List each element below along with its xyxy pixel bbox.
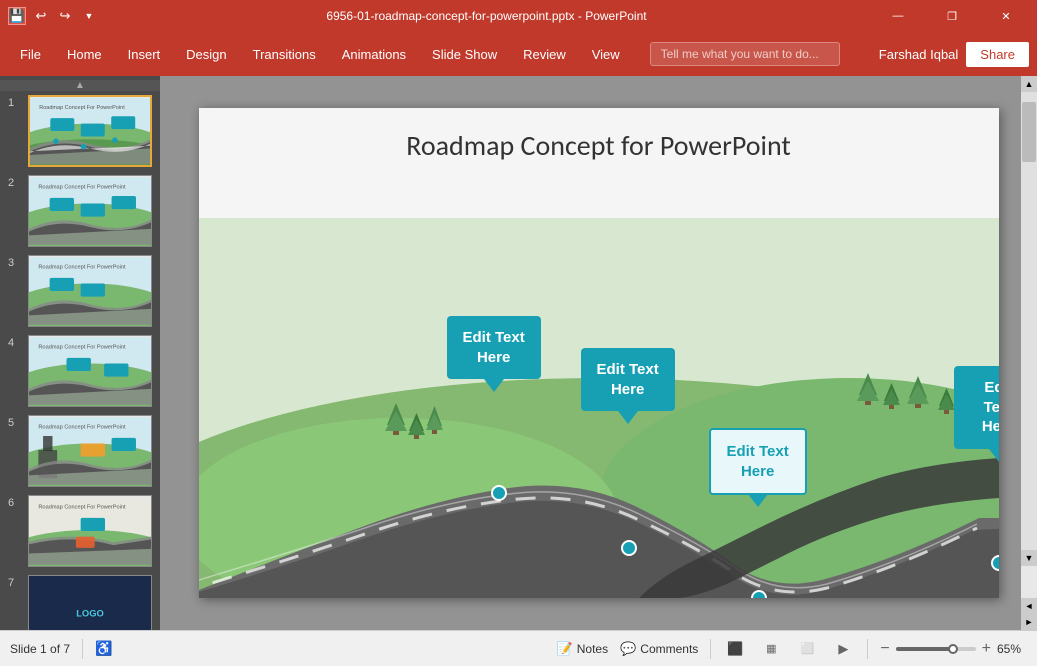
slide-thumb-3[interactable]: 3 Roadmap Concept For PowerPoint (8, 255, 152, 327)
callout-3[interactable]: Edit TextHere (709, 428, 807, 495)
slide-preview-6[interactable]: Roadmap Concept For PowerPoint (28, 495, 152, 567)
divider-2 (710, 639, 711, 659)
slide-thumb-7[interactable]: 7 LOGO (8, 575, 152, 630)
zoom-control: − + 65% (880, 640, 1027, 658)
menu-file[interactable]: File (8, 41, 53, 68)
svg-text:Roadmap Concept For PowerPoint: Roadmap Concept For PowerPoint (38, 424, 126, 430)
scroll-corner-right[interactable]: ► (1021, 614, 1037, 630)
menu-transitions[interactable]: Transitions (241, 41, 328, 68)
restore-button[interactable]: ❐ (929, 0, 975, 32)
slide-number-1: 1 (8, 97, 22, 109)
zoom-level[interactable]: 65% (997, 642, 1027, 656)
tell-me-search-input[interactable] (650, 42, 840, 66)
main-content: ▲ 1 Roadmap Concept For PowerPoint (0, 76, 1037, 630)
redo-icon[interactable]: ↪ (56, 7, 74, 25)
slide-number-5: 5 (8, 417, 22, 429)
zoom-slider[interactable] (896, 647, 976, 651)
slide-thumb-6[interactable]: 6 Roadmap Concept For PowerPoint (8, 495, 152, 567)
slide-preview-2[interactable]: Roadmap Concept For PowerPoint (28, 175, 152, 247)
scroll-corner-left[interactable]: ◄ (1021, 598, 1037, 614)
slide-number-6: 6 (8, 497, 22, 509)
divider-3 (867, 639, 868, 659)
title-bar: 💾 ↩ ↪ ▼ 6956-01-roadmap-concept-for-powe… (0, 0, 1037, 32)
menu-design[interactable]: Design (174, 41, 238, 68)
svg-text:Roadmap Concept For PowerPoint: Roadmap Concept For PowerPoint (38, 504, 126, 510)
titlebar-left: 💾 ↩ ↪ ▼ (8, 7, 98, 25)
reading-view-button[interactable]: ⬜ (795, 637, 819, 661)
menu-bar: File Home Insert Design Transitions Anim… (0, 32, 1037, 76)
menu-home[interactable]: Home (55, 41, 114, 68)
svg-text:Roadmap Concept For PowerPoint: Roadmap Concept For PowerPoint (39, 105, 125, 111)
slide-number-3: 3 (8, 257, 22, 269)
divider-1 (82, 639, 83, 659)
svg-text:Roadmap Concept For PowerPoint: Roadmap Concept For PowerPoint (38, 344, 126, 350)
save-icon[interactable]: 💾 (8, 7, 26, 25)
slide-preview-3[interactable]: Roadmap Concept For PowerPoint (28, 255, 152, 327)
outline-view-button[interactable]: ▦ (759, 637, 783, 661)
slide-editing-area[interactable]: Roadmap Concept for PowerPoint (160, 76, 1037, 630)
scroll-up-button[interactable]: ▲ (1021, 76, 1037, 92)
menu-animations[interactable]: Animations (330, 41, 418, 68)
slide-thumb-4[interactable]: 4 Roadmap Concept For PowerPoint (8, 335, 152, 407)
slide-number-2: 2 (8, 177, 22, 189)
slide-title: Roadmap Concept for PowerPoint (199, 128, 999, 163)
menu-slideshow[interactable]: Slide Show (420, 41, 509, 68)
close-button[interactable]: ✕ (983, 0, 1029, 32)
slide-preview-1[interactable]: Roadmap Concept For PowerPoint (28, 95, 152, 167)
slide-canvas: Roadmap Concept for PowerPoint (199, 108, 999, 598)
callout-4[interactable]: Edit TextHere (954, 366, 999, 449)
comments-icon: 💬 (620, 641, 636, 657)
accessibility-icon[interactable]: ♿ (95, 640, 112, 657)
callout-2[interactable]: Edit TextHere (581, 348, 675, 411)
comments-button[interactable]: 💬 Comments (620, 641, 698, 657)
notes-button[interactable]: 📝 Notes (557, 641, 609, 657)
slide-preview-5[interactable]: Roadmap Concept For PowerPoint (28, 415, 152, 487)
zoom-in-button[interactable]: + (982, 640, 991, 658)
zoom-out-button[interactable]: − (880, 640, 889, 658)
slide-panel: ▲ 1 Roadmap Concept For PowerPoint (0, 76, 160, 630)
slide-preview-7[interactable]: LOGO (28, 575, 152, 630)
username-label: Farshad Iqbal (879, 47, 959, 62)
user-area: Farshad Iqbal Share (879, 42, 1029, 67)
svg-text:Roadmap Concept For PowerPoint: Roadmap Concept For PowerPoint (38, 184, 126, 190)
menu-insert[interactable]: Insert (116, 41, 173, 68)
notes-icon: 📝 (557, 641, 573, 657)
slide-number-4: 4 (8, 337, 22, 349)
menu-review[interactable]: Review (511, 41, 578, 68)
window-controls: — ❐ ✕ (875, 0, 1029, 32)
svg-text:Roadmap Concept For PowerPoint: Roadmap Concept For PowerPoint (38, 264, 126, 270)
slide-thumb-2[interactable]: 2 Roadmap Concept For PowerPoint (8, 175, 152, 247)
slide-info: Slide 1 of 7 (10, 642, 70, 656)
svg-text:LOGO: LOGO (76, 609, 104, 619)
scroll-track[interactable] (1021, 92, 1037, 550)
vertical-scrollbar[interactable]: ▲ ▼ ◄ ► (1021, 76, 1037, 630)
window-title: 6956-01-roadmap-concept-for-powerpoint.p… (98, 9, 875, 23)
comments-label: Comments (640, 642, 698, 656)
slide-show-view-button[interactable]: ▶ (831, 637, 855, 661)
callout-1[interactable]: Edit TextHere (447, 316, 541, 379)
sidebar-scroll-up[interactable]: ▲ (0, 80, 160, 91)
scroll-thumb[interactable] (1022, 102, 1036, 162)
slide-number-7: 7 (8, 577, 22, 589)
slide-thumb-1[interactable]: 1 Roadmap Concept For PowerPoint (8, 95, 152, 167)
undo-icon[interactable]: ↩ (32, 7, 50, 25)
menu-view[interactable]: View (580, 41, 632, 68)
scroll-down-button[interactable]: ▼ (1021, 550, 1037, 566)
minimize-button[interactable]: — (875, 0, 921, 32)
slide-thumb-5[interactable]: 5 Roadmap Concept For PowerPoint (8, 415, 152, 487)
quick-access-dropdown-icon[interactable]: ▼ (80, 7, 98, 25)
normal-view-button[interactable]: ⬛ (723, 637, 747, 661)
status-bar: Slide 1 of 7 ♿ 📝 Notes 💬 Comments ⬛ ▦ ⬜ … (0, 630, 1037, 666)
share-button[interactable]: Share (966, 42, 1029, 67)
slide-preview-4[interactable]: Roadmap Concept For PowerPoint (28, 335, 152, 407)
